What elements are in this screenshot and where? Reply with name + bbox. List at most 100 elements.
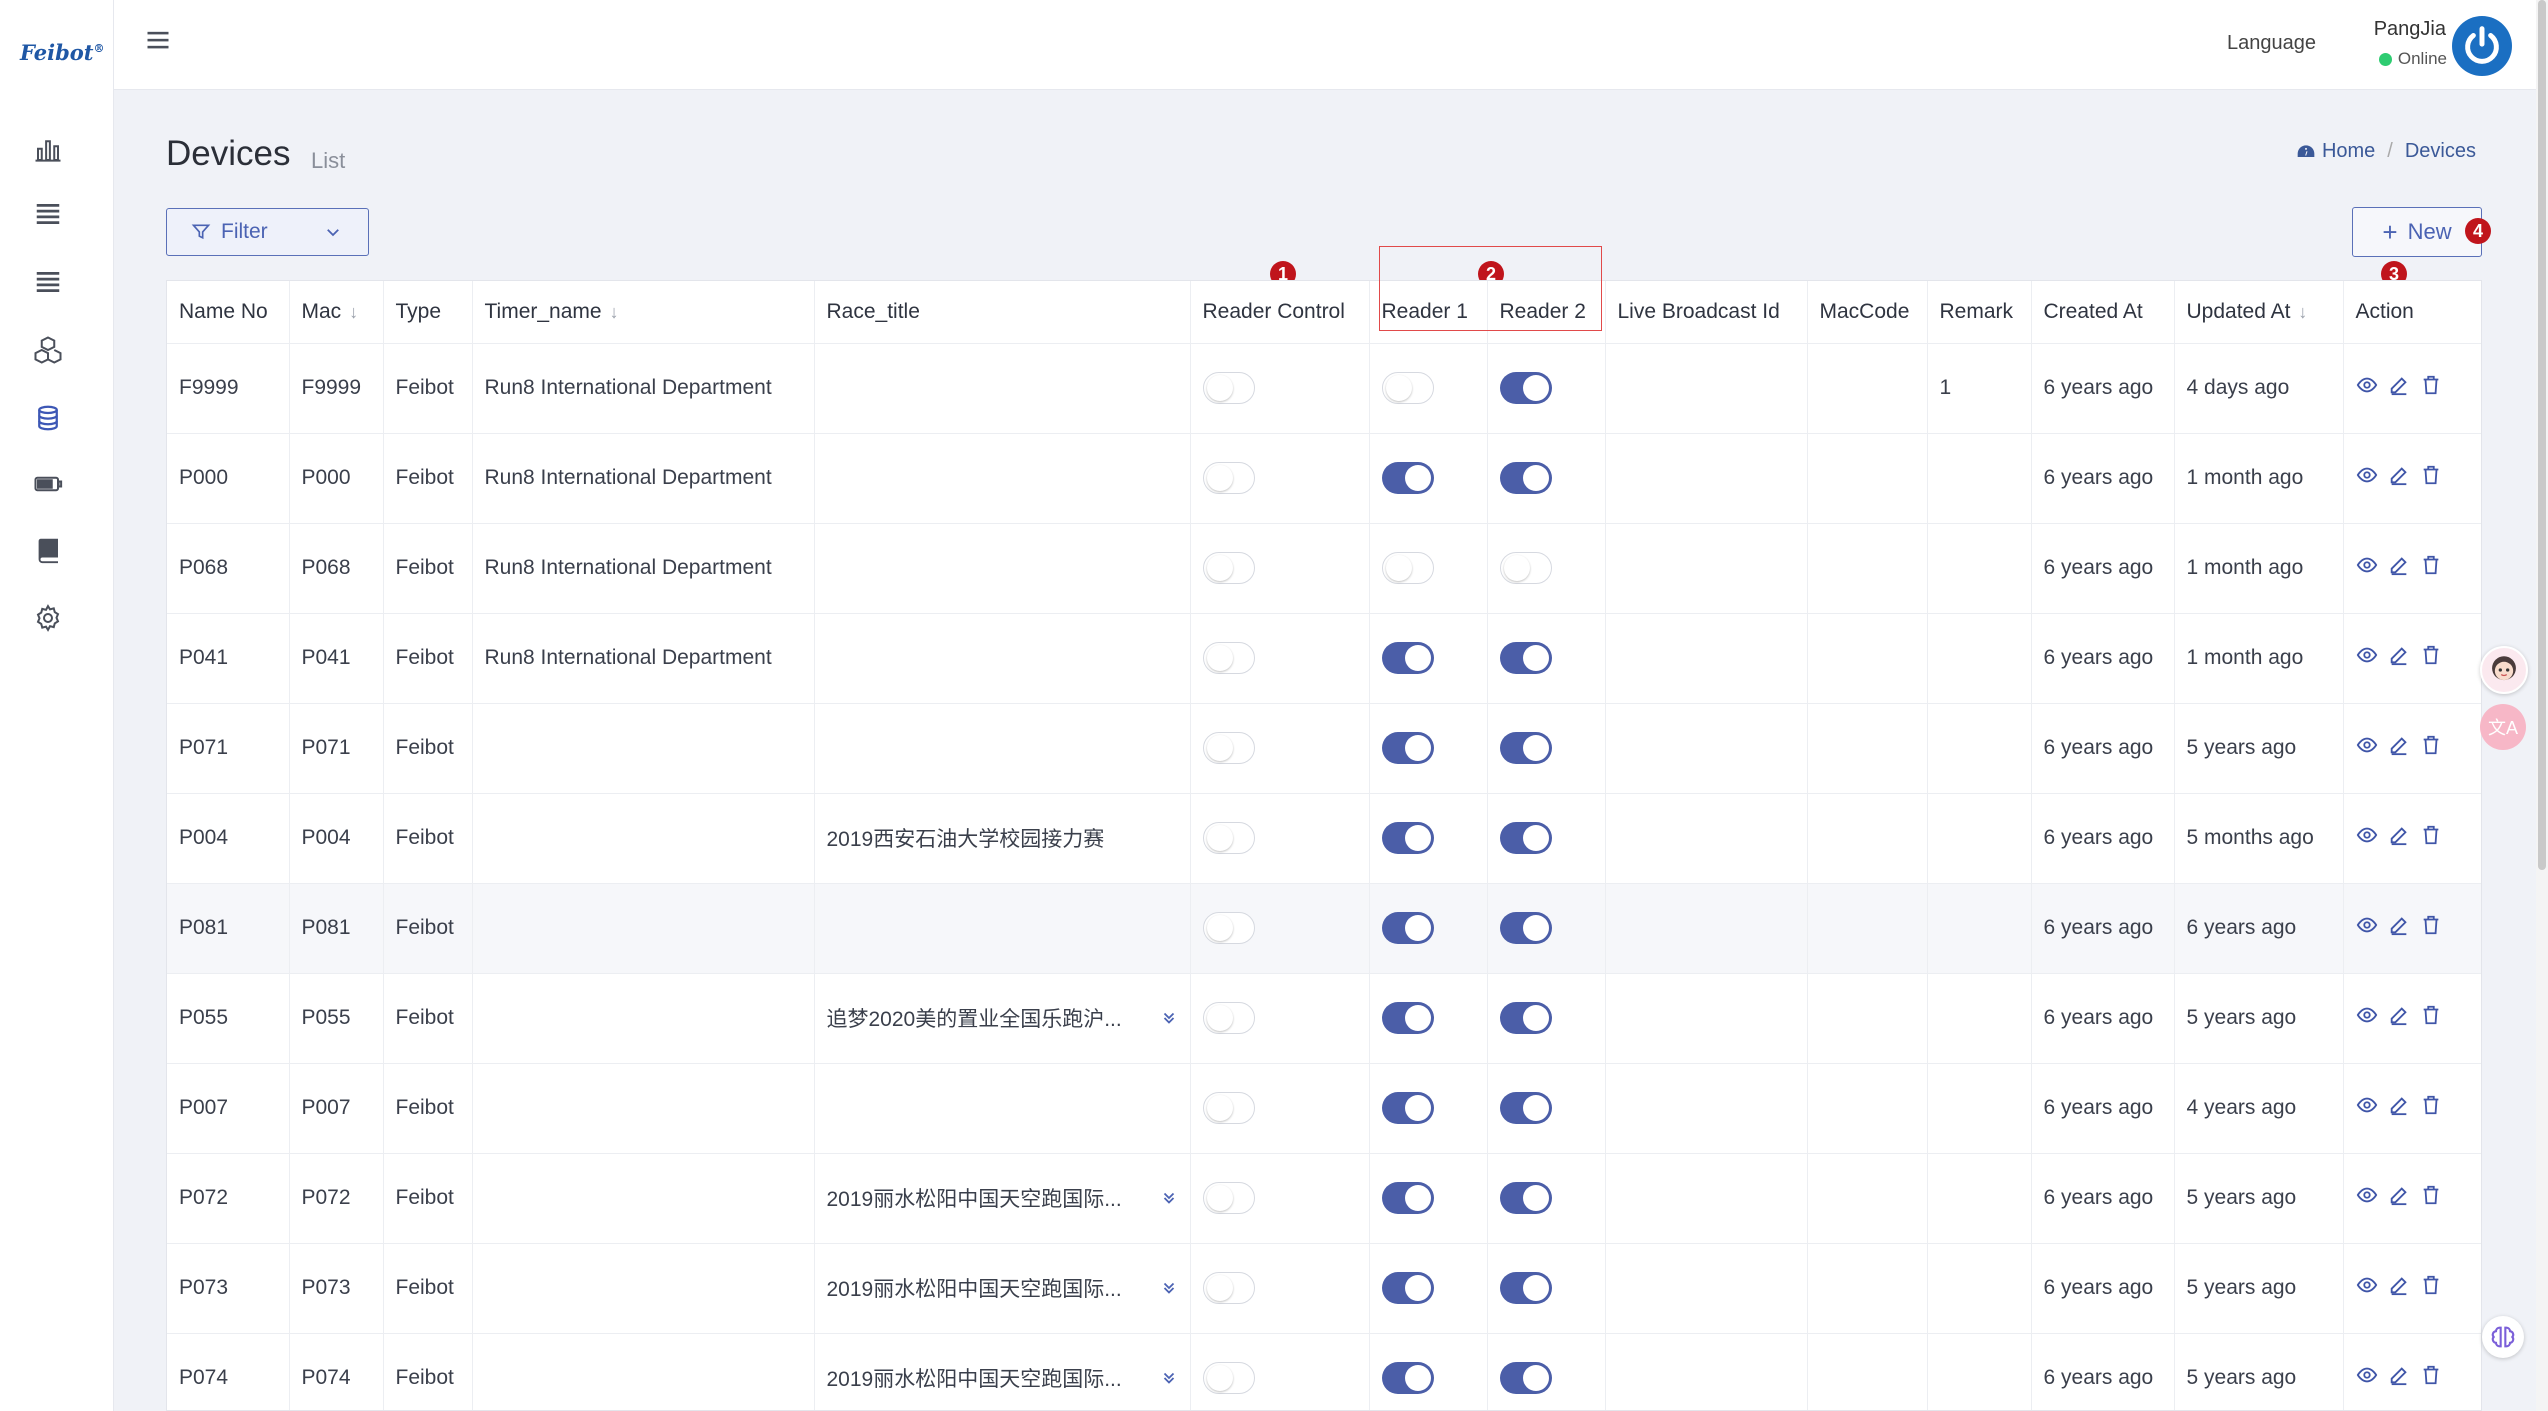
logo[interactable]: Feibot® xyxy=(20,40,105,72)
column-header[interactable]: MacCode xyxy=(1807,281,1928,344)
sort-arrow-icon[interactable]: ↓ xyxy=(610,302,619,322)
column-header[interactable]: Race_title xyxy=(814,281,1191,344)
edit-pencil-icon[interactable] xyxy=(2388,644,2410,672)
list-icon[interactable] xyxy=(30,196,66,232)
reader-2-toggle[interactable] xyxy=(1499,552,1552,584)
delete-trash-icon[interactable] xyxy=(2420,1184,2442,1212)
view-eye-icon[interactable] xyxy=(2356,464,2378,492)
view-eye-icon[interactable] xyxy=(2356,644,2378,672)
view-eye-icon[interactable] xyxy=(2356,1364,2378,1392)
reader-control-toggle[interactable] xyxy=(1202,912,1255,944)
reader-2-toggle[interactable] xyxy=(1499,1002,1552,1034)
edit-pencil-icon[interactable] xyxy=(2388,734,2410,762)
view-eye-icon[interactable] xyxy=(2356,1184,2378,1212)
reader-control-toggle[interactable] xyxy=(1202,732,1255,764)
reader-2-toggle[interactable] xyxy=(1499,1272,1552,1304)
reader-1-toggle[interactable] xyxy=(1381,732,1434,764)
scrollbar-thumb[interactable] xyxy=(2538,0,2546,870)
delete-trash-icon[interactable] xyxy=(2420,1364,2442,1392)
sort-arrow-icon[interactable]: ↓ xyxy=(2298,302,2307,322)
reader-2-toggle[interactable] xyxy=(1499,822,1552,854)
column-header[interactable]: Type xyxy=(383,281,473,344)
delete-trash-icon[interactable] xyxy=(2420,644,2442,672)
double-chevron-down-icon[interactable] xyxy=(1160,1369,1178,1387)
reader-2-toggle[interactable] xyxy=(1499,1182,1552,1214)
reader-1-toggle[interactable] xyxy=(1381,372,1434,404)
view-eye-icon[interactable] xyxy=(2356,1274,2378,1302)
edit-pencil-icon[interactable] xyxy=(2388,374,2410,402)
double-chevron-down-icon[interactable] xyxy=(1160,1279,1178,1297)
brain-icon[interactable] xyxy=(2482,1316,2524,1358)
column-header[interactable]: Name No xyxy=(167,281,290,344)
reader-1-toggle[interactable] xyxy=(1381,1182,1434,1214)
delete-trash-icon[interactable] xyxy=(2420,1004,2442,1032)
reader-control-toggle[interactable] xyxy=(1202,642,1255,674)
reader-2-toggle[interactable] xyxy=(1499,912,1552,944)
delete-trash-icon[interactable] xyxy=(2420,464,2442,492)
reader-2-toggle[interactable] xyxy=(1499,462,1552,494)
delete-trash-icon[interactable] xyxy=(2420,1274,2442,1302)
reader-1-toggle[interactable] xyxy=(1381,912,1434,944)
power-icon[interactable] xyxy=(2452,16,2512,76)
reader-control-toggle[interactable] xyxy=(1202,1092,1255,1124)
view-eye-icon[interactable] xyxy=(2356,1094,2378,1122)
reader-control-toggle[interactable] xyxy=(1202,462,1255,494)
column-header[interactable]: Updated At ↓ xyxy=(2174,281,2344,344)
delete-trash-icon[interactable] xyxy=(2420,374,2442,402)
view-eye-icon[interactable] xyxy=(2356,374,2378,402)
reader-control-toggle[interactable] xyxy=(1202,1002,1255,1034)
edit-pencil-icon[interactable] xyxy=(2388,914,2410,942)
reader-1-toggle[interactable] xyxy=(1381,1092,1434,1124)
view-eye-icon[interactable] xyxy=(2356,1004,2378,1032)
new-button[interactable]: + New xyxy=(2352,207,2482,257)
edit-pencil-icon[interactable] xyxy=(2388,824,2410,852)
reader-control-toggle[interactable] xyxy=(1202,1182,1255,1214)
view-eye-icon[interactable] xyxy=(2356,824,2378,852)
reader-control-toggle[interactable] xyxy=(1202,372,1255,404)
column-header[interactable]: Live Broadcast Id xyxy=(1605,281,1808,344)
reader-control-toggle[interactable] xyxy=(1202,1362,1255,1394)
battery-icon[interactable] xyxy=(30,466,66,502)
hamburger-menu-icon[interactable] xyxy=(144,26,174,56)
column-header[interactable]: Created At xyxy=(2031,281,2175,344)
edit-pencil-icon[interactable] xyxy=(2388,1184,2410,1212)
page-scrollbar[interactable] xyxy=(2536,0,2548,1411)
reader-1-toggle[interactable] xyxy=(1381,462,1434,494)
edit-pencil-icon[interactable] xyxy=(2388,1094,2410,1122)
edit-pencil-icon[interactable] xyxy=(2388,1274,2410,1302)
sort-arrow-icon[interactable]: ↓ xyxy=(349,302,358,322)
view-eye-icon[interactable] xyxy=(2356,554,2378,582)
delete-trash-icon[interactable] xyxy=(2420,554,2442,582)
delete-trash-icon[interactable] xyxy=(2420,914,2442,942)
reader-1-toggle[interactable] xyxy=(1381,1002,1434,1034)
translate-icon[interactable]: 文A xyxy=(2480,704,2526,750)
delete-trash-icon[interactable] xyxy=(2420,824,2442,852)
reader-1-toggle[interactable] xyxy=(1381,1362,1434,1394)
reader-2-toggle[interactable] xyxy=(1499,372,1552,404)
database-icon[interactable] xyxy=(30,400,66,436)
column-header[interactable]: Timer_name ↓ xyxy=(472,281,815,344)
reader-control-toggle[interactable] xyxy=(1202,822,1255,854)
reader-control-toggle[interactable] xyxy=(1202,552,1255,584)
breadcrumb-home-label[interactable]: Home xyxy=(2322,140,2375,163)
view-eye-icon[interactable] xyxy=(2356,914,2378,942)
edit-pencil-icon[interactable] xyxy=(2388,1004,2410,1032)
double-chevron-down-icon[interactable] xyxy=(1160,1189,1178,1207)
book-icon[interactable] xyxy=(30,532,66,568)
edit-pencil-icon[interactable] xyxy=(2388,1364,2410,1392)
reader-1-toggle[interactable] xyxy=(1381,1272,1434,1304)
reader-2-toggle[interactable] xyxy=(1499,1362,1552,1394)
edit-pencil-icon[interactable] xyxy=(2388,554,2410,582)
breadcrumb-home[interactable]: Home xyxy=(2296,140,2375,163)
language-selector[interactable]: Language xyxy=(2227,32,2316,55)
reader-1-toggle[interactable] xyxy=(1381,552,1434,584)
cubes-icon[interactable] xyxy=(30,332,66,368)
assistant-avatar-icon[interactable] xyxy=(2480,646,2528,694)
reader-2-toggle[interactable] xyxy=(1499,642,1552,674)
gear-icon[interactable] xyxy=(30,600,66,636)
list-icon[interactable] xyxy=(30,264,66,300)
column-header[interactable]: Reader Control xyxy=(1190,281,1370,344)
user-name[interactable]: PangJia xyxy=(2374,18,2446,41)
double-chevron-down-icon[interactable] xyxy=(1160,1009,1178,1027)
reader-2-toggle[interactable] xyxy=(1499,732,1552,764)
